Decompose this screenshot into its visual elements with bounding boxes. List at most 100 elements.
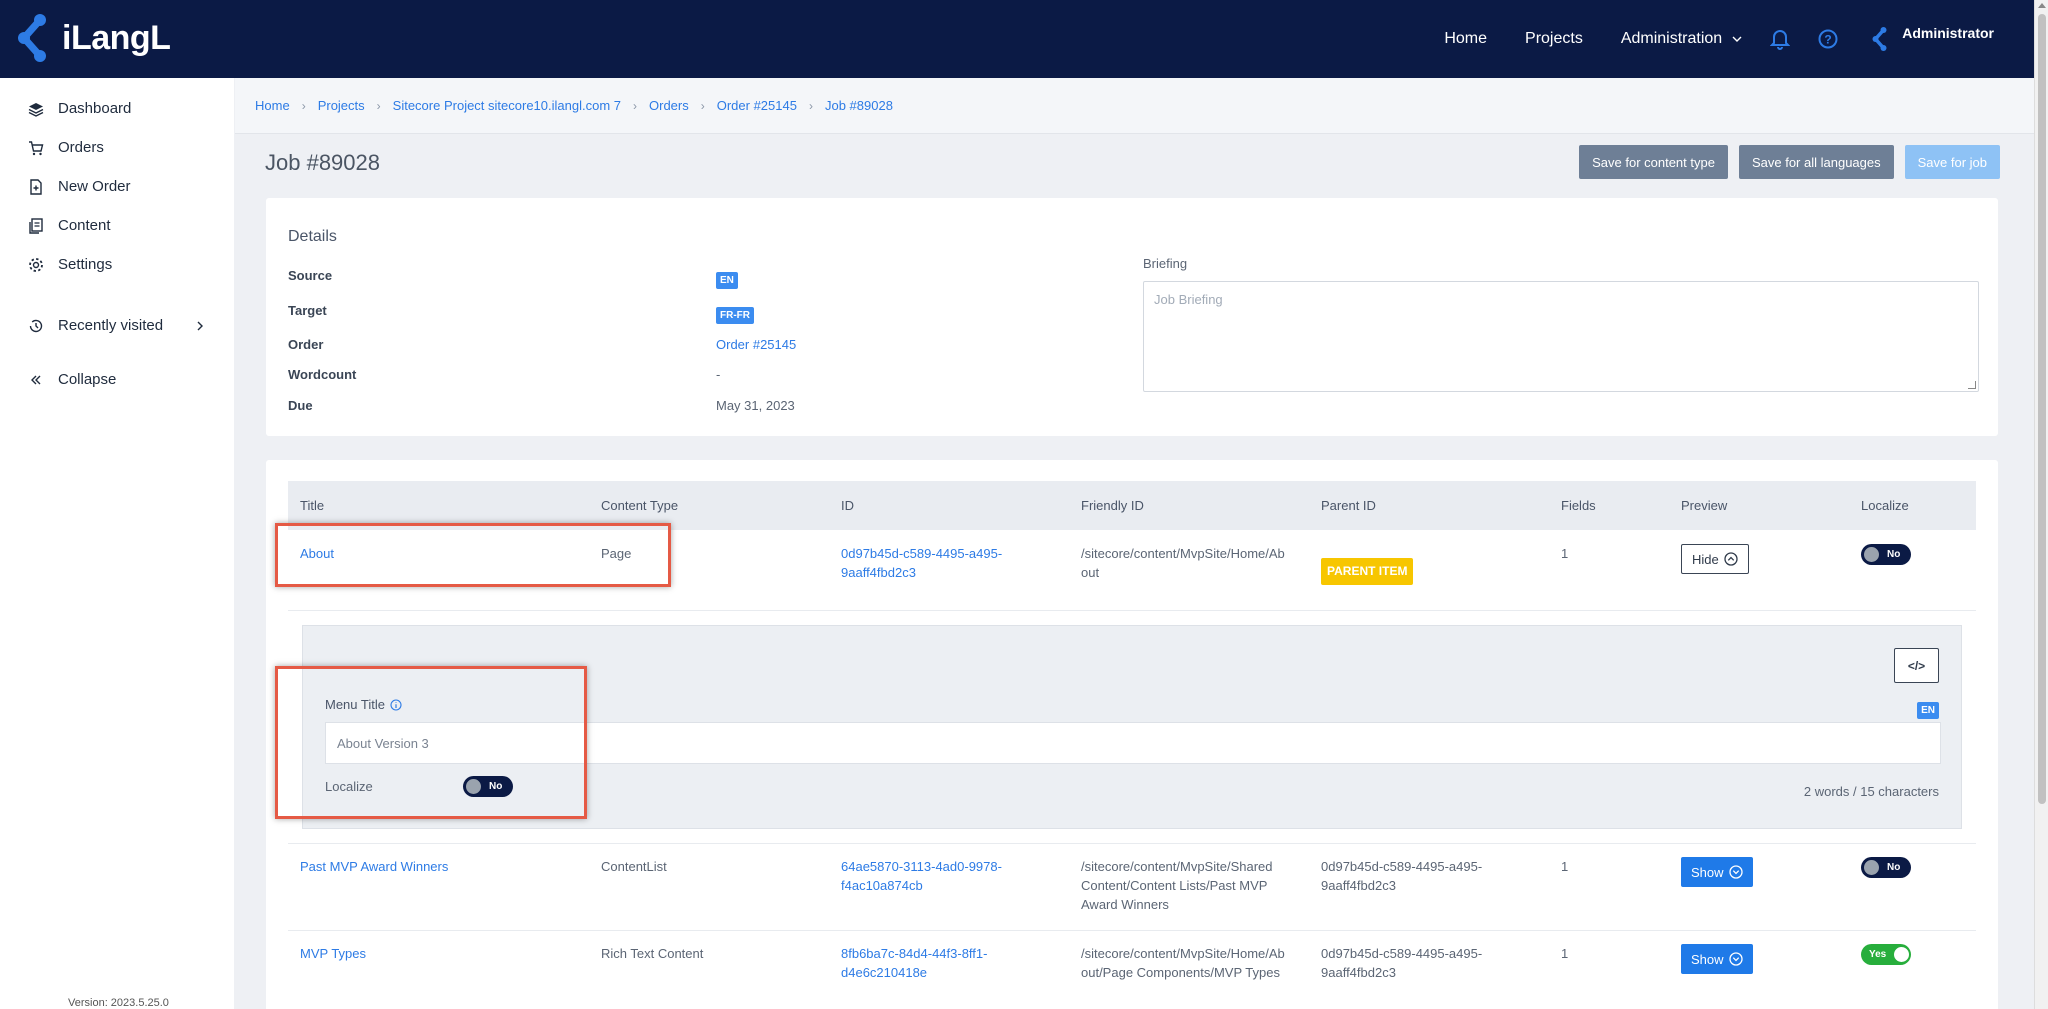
sidebar-item-new-order[interactable]: New Order	[0, 167, 234, 206]
code-view-button[interactable]: </>	[1894, 648, 1939, 683]
save-for-all-languages-button[interactable]: Save for all languages	[1738, 145, 1894, 179]
wordcount-label: Wordcount	[288, 367, 357, 382]
briefing-placeholder: Job Briefing	[1154, 292, 1223, 307]
friendly-id-line: out/Page Components/MVP Types	[1081, 965, 1280, 980]
save-for-job-button[interactable]: Save for job	[1904, 145, 2000, 179]
due-value: May 31, 2023	[716, 398, 795, 413]
parent-id-line: 0d97b45d-c589-4495-a495-	[1321, 859, 1483, 874]
sidebar-item-label: Orders	[58, 139, 104, 156]
source-badge: EN	[716, 272, 738, 289]
hide-preview-button[interactable]: Hide	[1681, 544, 1749, 574]
page-title: Job #89028	[265, 150, 380, 175]
localize-toggle[interactable]: Yes	[1861, 944, 1911, 965]
friendly-id-line: out	[1081, 565, 1100, 580]
toggle-label: No	[489, 781, 503, 792]
toggle-label: No	[1887, 549, 1901, 560]
toggle-knob	[1864, 860, 1879, 875]
sidebar-item-label: Collapse	[58, 371, 117, 388]
parent-id-line: 9aaff4fbd2c3	[1321, 878, 1396, 893]
field-language-badge: EN	[1917, 701, 1939, 719]
column-header-parent-id: Parent ID	[1321, 498, 1376, 513]
row-friendly-id: /sitecore/content/MvpSite/Home/Ab out/Pa…	[1081, 944, 1285, 982]
save-for-content-type-button[interactable]: Save for content type	[1579, 145, 1728, 179]
briefing-label: Briefing	[1143, 256, 1188, 271]
brand-logo[interactable]: iLangL	[10, 12, 171, 64]
sidebar-item-content[interactable]: Content	[0, 206, 234, 245]
breadcrumb: Home › Projects › Sitecore Project sitec…	[235, 78, 2034, 134]
nav-projects[interactable]: Projects	[1525, 30, 1583, 48]
row-friendly-id: /sitecore/content/MvpSite/Home/Ab out	[1081, 544, 1285, 582]
breadcrumb-projects[interactable]: Projects	[318, 98, 365, 113]
target-value: FR-FR	[716, 306, 754, 324]
column-header-content-type: Content Type	[601, 498, 679, 513]
toggle-label: Yes	[1869, 949, 1887, 960]
parent-id-line: 0d97b45d-c589-4495-a495-	[1321, 946, 1483, 961]
resize-handle-icon[interactable]	[1968, 381, 1976, 389]
row-id-link[interactable]: 8fb6ba7c-84d4-44f3-8ff1- d4e6c210418e	[841, 944, 987, 982]
sidebar-item-recently-visited[interactable]: Recently visited	[0, 306, 234, 345]
user-menu[interactable]: Administrator	[1868, 25, 1994, 52]
row-parent-id: PARENT ITEM	[1321, 558, 1414, 585]
scroll-thumb[interactable]	[2038, 14, 2046, 804]
toggle-knob	[1894, 947, 1910, 962]
help-button[interactable]: ?	[1818, 29, 1838, 49]
order-link[interactable]: Order #25145	[716, 337, 796, 352]
row-divider	[288, 930, 1976, 931]
scroll-up-icon[interactable]	[2038, 3, 2046, 8]
sidebar-item-label: New Order	[58, 178, 131, 195]
row-content-type: Page	[601, 546, 632, 561]
preview-panel: </> Menu Title EN About Version 3 Locali…	[302, 625, 1962, 829]
row-id-line: f4ac10a874cb	[841, 878, 923, 893]
sidebar-item-dashboard[interactable]: Dashboard	[0, 89, 234, 128]
friendly-id-line: /sitecore/content/MvpSite/Home/Ab	[1081, 946, 1285, 961]
nav-administration[interactable]: Administration	[1621, 30, 1742, 48]
friendly-id-line: Content/Content Lists/Past MVP	[1081, 878, 1268, 893]
row-fields: 1	[1561, 546, 1569, 561]
svg-text:?: ?	[1825, 33, 1832, 47]
row-title-link[interactable]: About	[300, 544, 334, 563]
friendly-id-line: /sitecore/content/MvpSite/Shared	[1081, 859, 1273, 874]
row-id-link[interactable]: 0d97b45d-c589-4495-a495- 9aaff4fbd2c3	[841, 544, 1002, 582]
row-parent-id: 0d97b45d-c589-4495-a495- 9aaff4fbd2c3	[1321, 944, 1482, 982]
localize-toggle[interactable]: No	[1861, 857, 1911, 878]
info-icon[interactable]	[390, 698, 402, 711]
row-id-link[interactable]: 64ae5870-3113-4ad0-9978- f4ac10a874cb	[841, 857, 1002, 895]
breadcrumb-order[interactable]: Order #25145	[717, 98, 797, 113]
row-title-link[interactable]: Past MVP Award Winners	[300, 857, 448, 876]
sidebar-item-settings[interactable]: Settings	[0, 245, 234, 284]
sidebar-item-label: Settings	[58, 256, 113, 273]
menu-title-input[interactable]: About Version 3	[325, 722, 1941, 764]
show-preview-button[interactable]: Show	[1681, 857, 1753, 887]
row-id-line: 0d97b45d-c589-4495-a495-	[841, 546, 1003, 561]
briefing-textarea[interactable]: Job Briefing	[1143, 281, 1979, 392]
row-id-line: 8fb6ba7c-84d4-44f3-8ff1-	[841, 946, 988, 961]
chevron-right-icon: ›	[700, 98, 705, 113]
parent-id-line: 9aaff4fbd2c3	[1321, 965, 1396, 980]
breadcrumb-job[interactable]: Job #89028	[825, 98, 893, 113]
language-badge: EN	[1917, 702, 1939, 719]
row-title-link[interactable]: MVP Types	[300, 944, 366, 963]
sidebar-item-orders[interactable]: Orders	[0, 128, 234, 167]
toggle-label: No	[1887, 862, 1901, 873]
content-table-card: Title Content Type ID Friendly ID Parent…	[266, 460, 1998, 1009]
top-navbar: iLangL Home Projects Administration ? Ad…	[0, 0, 2034, 78]
row-id-line: 9aaff4fbd2c3	[841, 565, 916, 580]
row-content-type: ContentList	[601, 859, 667, 874]
nav-home[interactable]: Home	[1444, 30, 1487, 48]
notifications-button[interactable]	[1770, 28, 1791, 50]
column-header-friendly-id: Friendly ID	[1081, 498, 1144, 513]
show-preview-button[interactable]: Show	[1681, 944, 1753, 974]
column-header-fields: Fields	[1561, 498, 1596, 513]
breadcrumb-orders[interactable]: Orders	[649, 98, 689, 113]
chevron-right-icon	[197, 321, 203, 330]
field-localize-toggle[interactable]: No	[463, 776, 513, 797]
row-divider	[288, 843, 1976, 844]
sidebar-collapse[interactable]: Collapse	[0, 360, 234, 399]
wordcount-value: -	[716, 367, 721, 382]
gear-icon	[29, 257, 43, 272]
order-label: Order	[288, 337, 324, 352]
page-scrollbar[interactable]	[2034, 0, 2048, 1009]
breadcrumb-project[interactable]: Sitecore Project sitecore10.ilangl.com 7	[393, 98, 621, 113]
breadcrumb-home[interactable]: Home	[255, 98, 290, 113]
localize-toggle[interactable]: No	[1861, 544, 1911, 565]
